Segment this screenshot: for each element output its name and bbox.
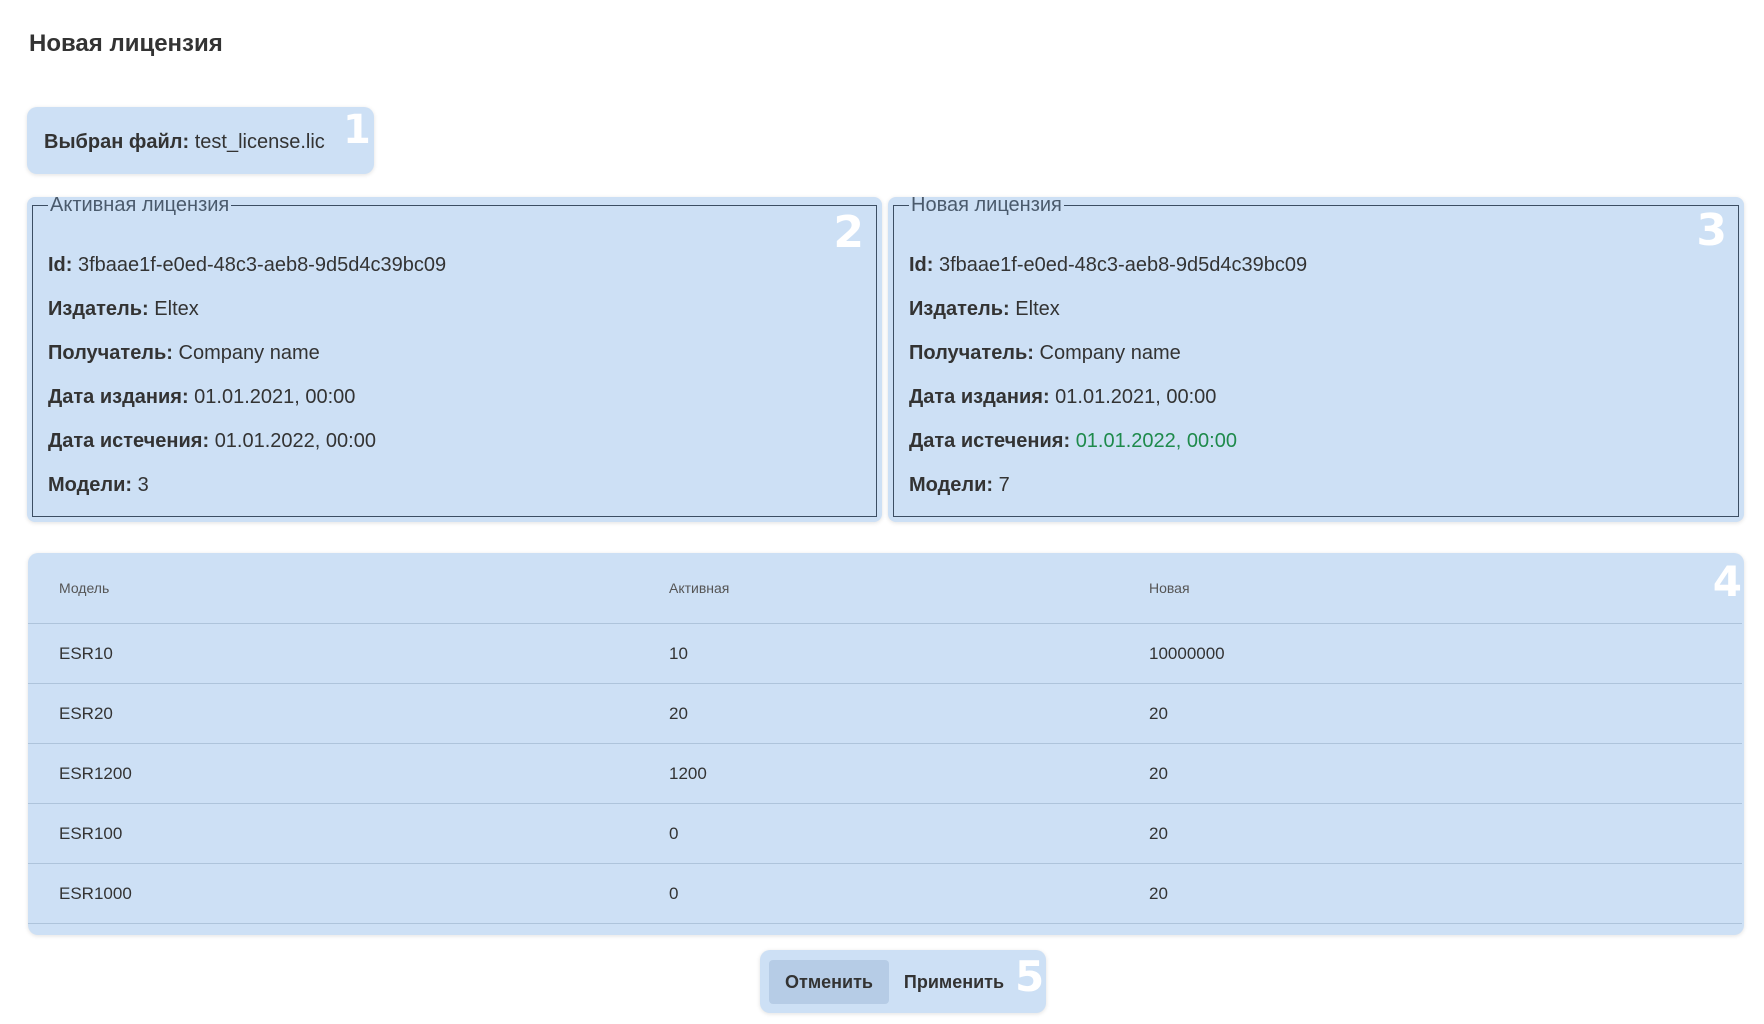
models-count-label: Модели:: [48, 474, 133, 496]
issuer-label: Издатель:: [909, 298, 1010, 320]
new-license-id-row: Id: 3fbaae1f-e0ed-48c3-aeb8-9d5d4c39bc09: [909, 253, 1307, 297]
license-page: Новая лицензия Выбран файл: test_license…: [0, 0, 1764, 1024]
active-license-expiry-date-row: Дата истечения: 01.01.2022, 00:00: [48, 429, 446, 473]
active-license-models-row: Модели: 3: [48, 473, 446, 517]
cell-model: ESR100: [59, 824, 123, 843]
selected-file-name: test_license.lic: [194, 131, 325, 153]
cell-new: 10000000: [1149, 644, 1225, 663]
id-label: Id:: [909, 254, 934, 276]
section-marker-5: 5: [1015, 952, 1045, 1001]
id-value: 3fbaae1f-e0ed-48c3-aeb8-9d5d4c39bc09: [78, 254, 447, 276]
cell-active: 10: [669, 644, 688, 663]
table-row: ESR20 20 20: [28, 684, 1742, 744]
new-license-models-row: Модели: 7: [909, 473, 1307, 517]
expiry-date-value: 01.01.2022, 00:00: [1075, 430, 1237, 452]
issuer-label: Издатель:: [48, 298, 149, 320]
cell-new: 20: [1149, 764, 1168, 783]
recipient-value: Company name: [178, 342, 320, 364]
expiry-date-value: 01.01.2022, 00:00: [214, 430, 376, 452]
issue-date-label: Дата издания:: [909, 386, 1050, 408]
section-marker-3: 3: [1696, 205, 1727, 256]
active-license-panel: Активная лицензия Id: 3fbaae1f-e0ed-48c3…: [27, 194, 882, 522]
selected-file-label: Выбран файл:: [44, 131, 190, 153]
recipient-value: Company name: [1039, 342, 1181, 364]
issuer-value: Eltex: [154, 298, 199, 320]
issue-date-value: 01.01.2021, 00:00: [194, 386, 356, 408]
cell-new: 20: [1149, 824, 1168, 843]
active-license-details: Id: 3fbaae1f-e0ed-48c3-aeb8-9d5d4c39bc09…: [48, 253, 446, 517]
selected-file-text: Выбран файл: test_license.lic: [44, 131, 325, 154]
column-header-model[interactable]: Модель: [59, 580, 109, 596]
id-value: 3fbaae1f-e0ed-48c3-aeb8-9d5d4c39bc09: [939, 254, 1308, 276]
column-header-new[interactable]: Новая: [1149, 580, 1190, 596]
table-row: ESR10 10 10000000: [28, 624, 1742, 684]
cancel-button[interactable]: Отменить: [769, 960, 889, 1004]
table-header: Модель Активная Новая: [28, 553, 1742, 624]
issuer-value: Eltex: [1015, 298, 1060, 320]
active-license-fieldset: Активная лицензия Id: 3fbaae1f-e0ed-48c3…: [32, 194, 877, 517]
column-header-active[interactable]: Активная: [669, 580, 729, 596]
cell-new: 20: [1149, 704, 1168, 723]
cell-model: ESR1000: [59, 884, 132, 903]
models-count-value: 3: [137, 474, 149, 496]
cell-model: ESR20: [59, 704, 113, 723]
new-license-panel: Новая лицензия Id: 3fbaae1f-e0ed-48c3-ae…: [888, 194, 1744, 522]
models-count-value: 7: [998, 474, 1010, 496]
new-license-details: Id: 3fbaae1f-e0ed-48c3-aeb8-9d5d4c39bc09…: [909, 253, 1307, 517]
table-row: ESR1000 0 20: [28, 864, 1742, 924]
actions-panel: Отменить Применить 5: [760, 950, 1046, 1013]
new-license-issue-date-row: Дата издания: 01.01.2021, 00:00: [909, 385, 1307, 429]
new-license-expiry-date-row: Дата истечения: 01.01.2022, 00:00: [909, 429, 1307, 473]
cell-active: 0: [669, 884, 679, 903]
active-license-legend: Активная лицензия: [50, 194, 230, 216]
table-row: ESR1200 1200 20: [28, 744, 1742, 804]
new-license-issuer-row: Издатель: Eltex: [909, 297, 1307, 341]
expiry-date-label: Дата истечения:: [48, 430, 210, 452]
page-title: Новая лицензия: [29, 30, 223, 57]
active-license-recipient-row: Получатель: Company name: [48, 341, 446, 385]
selected-file-panel: Выбран файл: test_license.lic 1: [27, 107, 374, 174]
cell-active: 0: [669, 824, 679, 843]
apply-button[interactable]: Применить: [900, 960, 1008, 1004]
cell-active: 20: [669, 704, 688, 723]
new-license-fieldset: Новая лицензия Id: 3fbaae1f-e0ed-48c3-ae…: [893, 194, 1739, 517]
models-count-label: Модели:: [909, 474, 994, 496]
section-marker-2: 2: [833, 207, 864, 258]
expiry-date-label: Дата истечения:: [909, 430, 1071, 452]
recipient-label: Получатель:: [48, 342, 173, 364]
issue-date-value: 01.01.2021, 00:00: [1055, 386, 1217, 408]
recipient-label: Получатель:: [909, 342, 1034, 364]
id-label: Id:: [48, 254, 73, 276]
table-row: ESR100 0 20: [28, 804, 1742, 864]
issue-date-label: Дата издания:: [48, 386, 189, 408]
active-license-id-row: Id: 3fbaae1f-e0ed-48c3-aeb8-9d5d4c39bc09: [48, 253, 446, 297]
section-marker-4: 4: [1712, 557, 1742, 606]
cell-new: 20: [1149, 884, 1168, 903]
section-marker-1: 1: [343, 107, 371, 153]
cell-model: ESR10: [59, 644, 113, 663]
active-license-issuer-row: Издатель: Eltex: [48, 297, 446, 341]
cell-model: ESR1200: [59, 764, 132, 783]
cell-active: 1200: [669, 764, 707, 783]
new-license-recipient-row: Получатель: Company name: [909, 341, 1307, 385]
models-table: Модель Активная Новая ESR10 10 10000000 …: [28, 553, 1742, 924]
new-license-legend: Новая лицензия: [911, 194, 1062, 216]
active-license-issue-date-row: Дата издания: 01.01.2021, 00:00: [48, 385, 446, 429]
models-table-panel: Модель Активная Новая ESR10 10 10000000 …: [28, 553, 1744, 935]
